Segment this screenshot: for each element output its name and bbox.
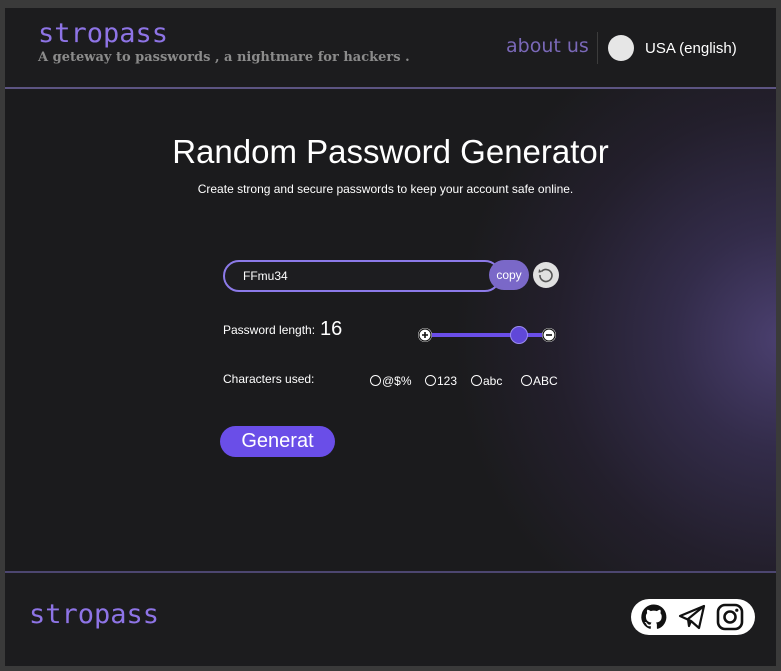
uppercase-option[interactable]: ABC [521,374,558,388]
about-us-link[interactable]: about us [506,35,589,57]
footer-brand-logo[interactable]: stropass [29,599,159,630]
password-length-slider[interactable] [416,325,560,345]
instagram-icon[interactable] [715,602,745,632]
language-flag-icon[interactable] [608,35,634,61]
password-length-label: Password length: [223,323,316,337]
symbols-radio[interactable] [370,375,381,386]
refresh-button[interactable] [533,262,559,288]
page-frame: stropass A geteway to passwords , a nigh… [5,8,776,666]
numbers-radio[interactable] [425,375,436,386]
tagline: A geteway to passwords , a nightmare for… [38,50,410,65]
github-icon[interactable] [639,602,669,632]
footer: stropass [5,571,776,666]
page-subtitle: Create strong and secure passwords to ke… [197,182,574,196]
brand-logo[interactable]: stropass [38,18,168,49]
lowercase-radio[interactable] [471,375,482,386]
password-length-value: 16 [320,318,343,340]
copy-button[interactable]: copy [489,260,529,290]
decrease-length-button[interactable] [542,328,556,342]
header: stropass A geteway to passwords , a nigh… [5,8,776,89]
uppercase-radio[interactable] [521,375,532,386]
generate-button[interactable]: Generat [220,426,335,457]
social-links [631,599,755,635]
header-divider [597,32,598,64]
page-title: Random Password Generator [172,133,609,170]
uppercase-label: ABC [533,374,558,388]
lowercase-option[interactable]: abc [471,374,502,388]
symbols-label: @$% [382,374,412,388]
slider-track [426,333,550,337]
lowercase-label: abc [483,374,503,388]
slider-thumb[interactable] [510,326,528,344]
generator-section: Random Password Generator Create strong … [5,89,776,571]
refresh-icon [538,268,553,283]
numbers-label: 123 [437,374,458,388]
symbols-option[interactable]: @$% [370,374,412,388]
password-output-field[interactable] [223,260,501,292]
numbers-option[interactable]: 123 [425,374,457,388]
characters-used-label: Characters used: [223,372,315,386]
language-selector[interactable]: USA (english) [645,40,737,57]
increase-length-button[interactable] [418,328,432,342]
telegram-icon[interactable] [677,602,707,632]
minus-icon [542,328,556,342]
plus-icon [418,328,432,342]
